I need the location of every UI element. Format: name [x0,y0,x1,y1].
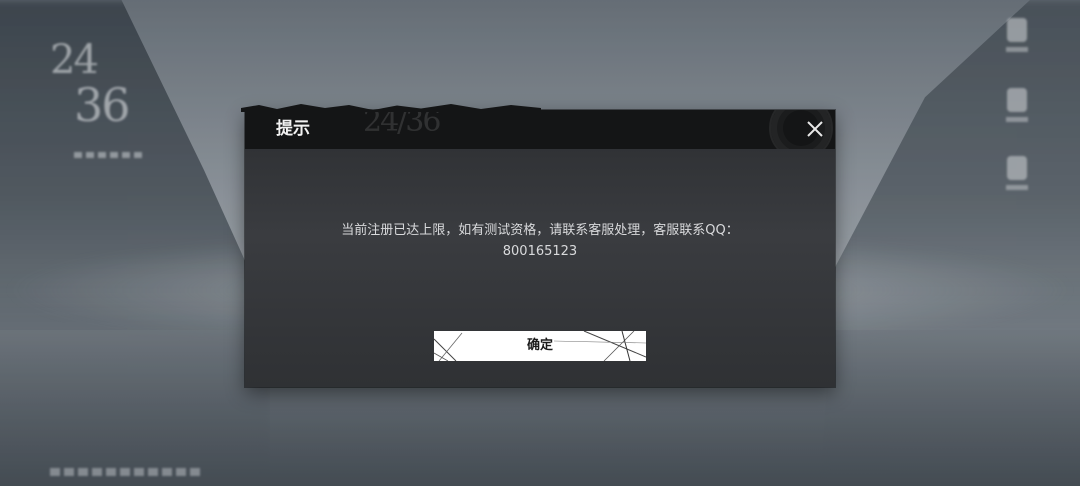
alert-dialog: 24/36 提示 当前注册已达上限，如有测试资格，请联系客服处理，客服联系QQ：… [241,104,835,387]
dialog-message-qq: 800165123 [502,244,578,259]
header-watermark-logo: 24/36 [363,110,441,139]
close-button[interactable] [804,118,826,140]
game-screen: 24 36 24/36 提示 当前注册已达上限，如有测试资格，请联系客服处理，客… [0,0,1080,486]
close-icon [807,121,823,137]
dialog-message-line1: 当前注册已达上限，如有测试资格，请联系客服处理，客服联系QQ： [341,223,739,238]
dialog-header: 24/36 提示 [245,110,835,149]
confirm-button-label: 确定 [526,338,553,353]
dialog-message: 当前注册已达上限，如有测试资格，请联系客服处理，客服联系QQ： 80016512… [245,220,835,262]
dialog-title: 提示 [276,119,310,139]
confirm-button[interactable]: 确定 [434,331,646,361]
